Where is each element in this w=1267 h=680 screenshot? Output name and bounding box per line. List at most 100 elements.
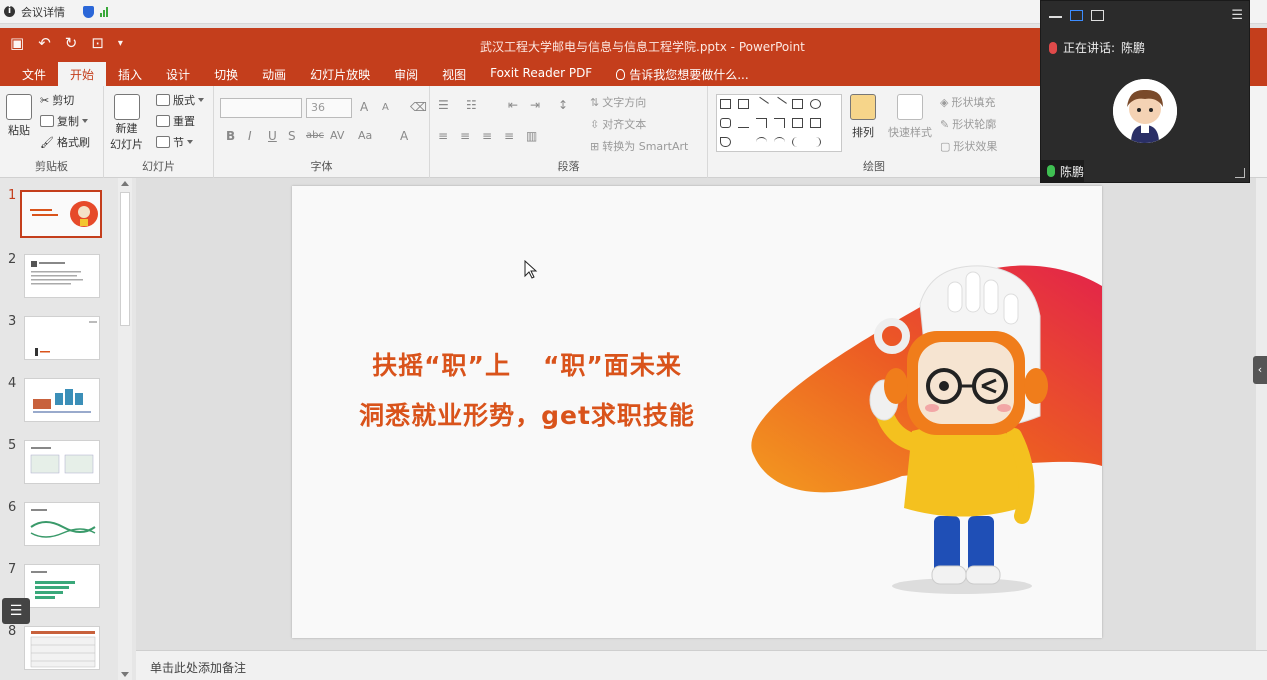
tab-insert[interactable]: 插入 <box>106 62 154 86</box>
info-icon[interactable]: i <box>4 6 15 17</box>
slide-thumbnail-image[interactable] <box>24 254 100 298</box>
cut-button[interactable]: ✂ 剪切 <box>40 92 74 108</box>
window-icon[interactable] <box>1070 9 1083 21</box>
triangle-shape-icon[interactable] <box>738 118 749 128</box>
tab-foxit[interactable]: Foxit Reader PDF <box>478 62 604 86</box>
increase-indent-icon[interactable]: ⇥ <box>530 98 540 112</box>
slide-thumbnail-image[interactable] <box>24 440 100 484</box>
canvas-scrollbar[interactable] <box>1256 178 1267 650</box>
tab-animations[interactable]: 动画 <box>250 62 298 86</box>
right-arrow-shape-icon[interactable] <box>792 118 803 128</box>
format-painter-button[interactable]: 🖌 格式刷 <box>40 134 90 150</box>
slide-thumbnail[interactable]: 3 <box>0 314 120 364</box>
tab-slideshow[interactable]: 幻灯片放映 <box>298 62 382 86</box>
align-right-icon[interactable]: ≡ <box>482 129 492 143</box>
left-brace-icon[interactable] <box>792 137 803 147</box>
slide-thumbnail[interactable]: 1 <box>0 188 120 238</box>
layout-button[interactable]: 版式 <box>156 92 204 108</box>
justify-icon[interactable]: ≡ <box>504 129 514 143</box>
signal-icon[interactable] <box>100 6 108 17</box>
align-text-button[interactable]: ⇳ 对齐文本 <box>590 116 646 132</box>
slide-thumbnail-image[interactable] <box>24 564 100 608</box>
right-brace-icon[interactable] <box>810 137 821 147</box>
tab-review[interactable]: 审阅 <box>382 62 430 86</box>
char-spacing-button[interactable]: AV <box>330 129 344 142</box>
shadow-button[interactable]: S <box>288 129 296 143</box>
tab-transitions[interactable]: 切换 <box>202 62 250 86</box>
down-arrow-shape-icon[interactable] <box>810 118 821 128</box>
save-icon[interactable]: ▣ <box>10 34 24 52</box>
menu-icon[interactable]: ☰ <box>1231 8 1243 23</box>
slide-thumbnail[interactable]: 2 <box>0 252 120 302</box>
meeting-details-link[interactable]: 会议详情 <box>21 4 65 20</box>
font-color-button[interactable]: A <box>400 129 408 143</box>
bullets-icon[interactable]: ☰ <box>438 98 449 112</box>
section-button[interactable]: 节 <box>156 134 193 150</box>
textbox-shape-icon[interactable] <box>720 99 731 109</box>
shield-icon[interactable] <box>83 5 94 18</box>
columns-icon[interactable]: ▥ <box>526 129 537 143</box>
copy-button[interactable]: 复制 <box>40 113 88 129</box>
line-spacing-icon[interactable]: ↕ <box>558 98 568 112</box>
gallery-scroll-icon[interactable] <box>828 99 839 109</box>
slide-thumbnail-image[interactable] <box>24 316 100 360</box>
numbering-icon[interactable]: ☷ <box>466 98 477 112</box>
tab-design[interactable]: 设计 <box>154 62 202 86</box>
slide-thumbnail[interactable]: 5 <box>0 438 120 488</box>
minimize-icon[interactable] <box>1049 16 1062 18</box>
textbox-v-shape-icon[interactable] <box>738 99 749 109</box>
slide-thumbnail-image[interactable] <box>24 502 100 546</box>
redo-icon[interactable]: ↻ <box>65 34 78 52</box>
chevron-left-icon[interactable]: ‹ <box>1253 356 1267 384</box>
scroll-up-icon[interactable] <box>121 181 129 186</box>
elbow-connector-icon[interactable] <box>756 118 767 128</box>
shape-fill-button[interactable]: ◈ 形状填充 <box>940 94 995 110</box>
font-name-input[interactable] <box>220 98 302 118</box>
shrink-font-button[interactable]: A <box>382 102 389 113</box>
strikethrough-button[interactable]: abc <box>306 130 324 141</box>
avatar[interactable] <box>1113 79 1177 143</box>
current-slide[interactable]: 扶摇“职”上 “职”面未来 洞悉就业形势，get求职技能 <box>292 186 1102 638</box>
shapes-gallery[interactable] <box>716 94 842 152</box>
arrow-line-shape-icon[interactable] <box>772 96 787 112</box>
thumbnails-scrollbar[interactable] <box>118 178 132 680</box>
smartart-button[interactable]: ⊞ 转换为 SmartArt <box>590 138 688 154</box>
notes-pane[interactable]: 单击此处添加备注 <box>136 650 1267 680</box>
font-size-input[interactable]: 36 <box>306 98 352 118</box>
slide-thumbnail-image[interactable] <box>20 190 102 238</box>
scroll-thumb[interactable] <box>120 192 130 326</box>
oval-shape-icon[interactable] <box>810 99 821 109</box>
grid-icon[interactable] <box>1091 9 1104 21</box>
align-left-icon[interactable]: ≡ <box>438 129 448 143</box>
tell-me-box[interactable]: 告诉我您想要做什么... <box>604 62 760 86</box>
arrange-button[interactable]: 排列 <box>850 94 876 140</box>
gallery-more-icon[interactable] <box>828 118 839 128</box>
text-direction-button[interactable]: ⇅ 文字方向 <box>590 94 646 110</box>
customize-qat-icon[interactable]: ▾ <box>118 38 123 49</box>
shape-outline-button[interactable]: ✎ 形状轮廓 <box>940 116 996 132</box>
tab-file[interactable]: 文件 <box>10 62 58 86</box>
slide-thumbnail[interactable]: 4 <box>0 376 120 426</box>
lightning-shape-icon[interactable] <box>738 137 749 147</box>
decrease-indent-icon[interactable]: ⇤ <box>508 98 518 112</box>
clear-format-icon[interactable]: ⌫ <box>410 100 427 114</box>
rounded-rect-shape-icon[interactable] <box>720 118 731 128</box>
change-case-button[interactable]: Aa <box>358 129 372 142</box>
align-center-icon[interactable]: ≡ <box>460 129 470 143</box>
quick-styles-button[interactable]: 快速样式 <box>888 94 932 140</box>
arc-shape-icon[interactable] <box>756 137 767 147</box>
curve-shape-icon[interactable] <box>774 137 785 147</box>
tab-home[interactable]: 开始 <box>58 62 107 86</box>
list-icon[interactable]: ☰ <box>2 598 30 624</box>
grow-font-button[interactable]: A <box>360 100 368 114</box>
slide-thumbnail-image[interactable] <box>24 626 100 670</box>
reset-button[interactable]: 重置 <box>156 113 195 129</box>
bold-button[interactable]: B <box>226 129 235 143</box>
slide-thumbnail-image[interactable] <box>24 378 100 422</box>
slide-thumbnail[interactable]: 8 <box>0 624 120 674</box>
slide-thumbnail[interactable]: 6 <box>0 500 120 550</box>
gallery-expand-icon[interactable] <box>828 137 839 147</box>
italic-button[interactable]: I <box>248 129 252 143</box>
rectangle-shape-icon[interactable] <box>792 99 803 109</box>
freeform-shape-icon[interactable] <box>720 137 731 147</box>
